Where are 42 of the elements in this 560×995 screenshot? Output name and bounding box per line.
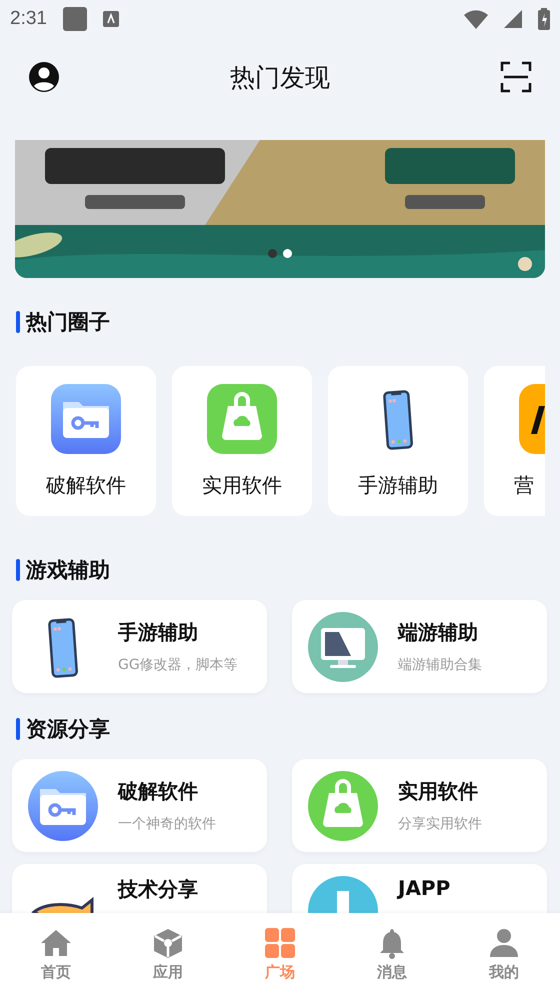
shopping-bag-icon [207,384,277,454]
monitor-icon [308,612,378,682]
section-title: 资源分享 [26,716,110,743]
person-icon [487,926,521,958]
card-title: 实用软件 [398,778,479,805]
circle-label: 手游辅助 [358,472,438,498]
circle-label: 破解软件 [46,472,126,498]
battery-icon [538,8,550,30]
circle-card[interactable]: 营 [484,366,545,516]
category-card[interactable]: JAPP [292,864,547,913]
wifi-icon [464,9,488,29]
card-subtitle: 一个神奇的软件 [118,815,216,833]
card-subtitle: 分享实用软件 [398,815,482,833]
grid-icon [263,926,297,958]
circle-label: 实用软件 [202,472,282,498]
card-title: 技术分享 [118,876,198,903]
card-title: 手游辅助 [118,619,199,646]
keyboard-icon [102,11,119,27]
card-title: 破解软件 [118,778,199,805]
circle-card[interactable]: 手游辅助 [328,366,468,516]
card-title: JAPP [398,876,450,900]
section-title: 热门圈子 [26,309,110,336]
category-card[interactable]: 技术分享 [12,864,267,913]
status-time: 2:31 [10,8,47,30]
card-subtitle: 端游辅助合集 [398,656,482,674]
category-card[interactable]: 端游辅助 端游辅助合集 [292,600,547,693]
circle-label: 营 [514,472,535,498]
category-card[interactable]: 破解软件 一个神奇的软件 [12,759,267,852]
cube-icon [151,926,185,958]
signal-icon [504,10,522,28]
category-card[interactable]: 手游辅助 GG修改器，脚本等 [12,600,267,693]
circle-card[interactable]: 破解软件 [16,366,156,516]
page-title: 热门发现 [230,62,330,94]
card-subtitle: GG修改器，脚本等 [118,656,238,674]
section-title: 游戏辅助 [26,557,110,584]
card-title: 端游辅助 [398,619,479,646]
notification-icon [62,7,87,31]
category-card[interactable]: 实用软件 分享实用软件 [292,759,547,852]
folder-key-icon [51,384,121,454]
circle-card[interactable]: 实用软件 [172,366,312,516]
account-icon[interactable] [28,61,60,93]
scan-icon[interactable] [500,61,532,93]
